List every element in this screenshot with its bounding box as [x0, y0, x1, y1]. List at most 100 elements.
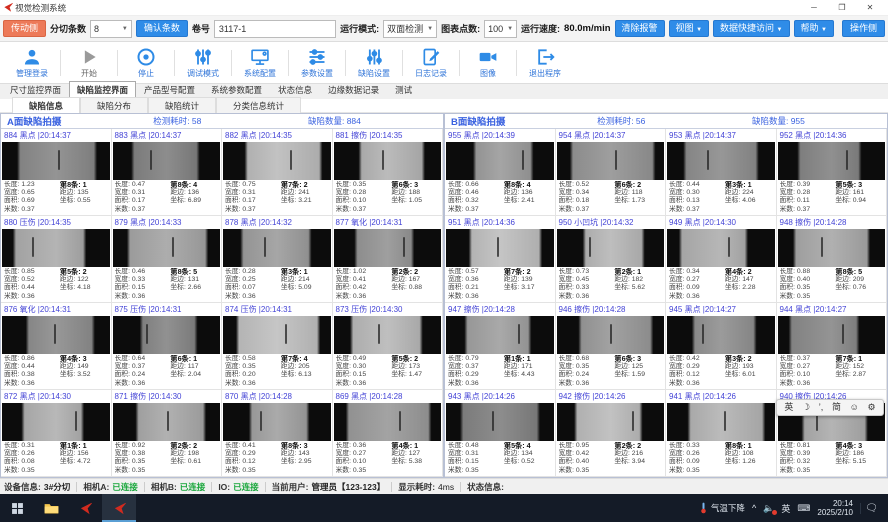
keyboard-icon[interactable]: ⌨ — [797, 503, 810, 514]
defect-cell[interactable]: 876 氧化 |20:14:31长度: 0.86宽度: 0.44面积: 0.38… — [1, 303, 112, 390]
action-center-icon[interactable]: 🗨 — [860, 503, 882, 514]
action-button-exit[interactable]: 退出程序 — [519, 47, 571, 79]
action-button-stop[interactable]: 停止 — [120, 47, 172, 79]
defect-cell[interactable]: 873 压伤 |20:14:30长度: 0.49宽度: 0.30面积: 0.15… — [333, 303, 444, 390]
defect-cell[interactable]: 870 黑点 |20:14:28长度: 0.41宽度: 0.29面积: 0.12… — [222, 390, 333, 477]
defect-cell[interactable]: 941 黑点 |20:14:26长度: 0.33宽度: 0.26面积: 0.09… — [666, 390, 777, 477]
clear-alarm-button[interactable]: 清除报警 — [615, 20, 665, 37]
defect-info-line: 坐标: 3.21 — [281, 197, 329, 205]
clock-date: 2025/2/10 — [817, 508, 853, 517]
inspection-app-icon[interactable]: ⮜ — [68, 494, 102, 522]
defect-cell[interactable]: 883 黑点 |20:14:37长度: 0.47宽度: 0.31面积: 0.17… — [112, 129, 223, 216]
tab-测试[interactable]: 测试 — [387, 81, 420, 99]
help-menu-button[interactable]: 帮助 ▼ — [794, 20, 834, 37]
panel-detect-time: 检测耗时: 58 — [153, 115, 308, 127]
action-label: 日志记录 — [415, 68, 447, 79]
defect-cell[interactable]: 869 黑点 |20:14:28长度: 0.36宽度: 0.27面积: 0.10… — [333, 390, 444, 477]
defect-info-line: 面积: 0.07 — [225, 284, 281, 292]
defect-cell[interactable]: 884 黑点 |20:14:37长度: 1.23宽度: 0.65面积: 0.69… — [1, 129, 112, 216]
file-explorer-icon[interactable] — [34, 494, 68, 522]
volume-icon[interactable]: 🔈 — [763, 503, 774, 514]
defect-info-left: 长度: 0.47宽度: 0.31面积: 0.17米数: 0.37 — [115, 181, 171, 216]
weather-widget[interactable]: 气温下降 — [699, 502, 745, 514]
defect-cell[interactable]: 944 黑点 |20:14:27长度: 0.37宽度: 0.27面积: 0.10… — [777, 303, 888, 390]
defect-info-line: 面积: 0.15 — [115, 284, 171, 292]
action-button-log[interactable]: 日志记录 — [405, 47, 457, 79]
view-menu-button[interactable]: 视图 ▼ — [669, 20, 709, 37]
operator-side-button[interactable]: 操作侧 — [842, 20, 885, 37]
toolbar-actions: 管理登录开始停止 调试模式系统配置 参数设置缺陷设置 日志记录 图像退出程序 — [0, 42, 888, 84]
defect-cell[interactable]: 942 擦伤 |20:14:26长度: 0.95宽度: 0.42面积: 0.40… — [556, 390, 667, 477]
action-button-camera[interactable]: 图像 — [462, 47, 514, 79]
defect-cell[interactable]: 950 小凹坑 |20:14:32长度: 0.73宽度: 0.45面积: 0.3… — [556, 216, 667, 303]
action-button-sliders-vertical[interactable]: 缺陷设置 — [348, 47, 400, 79]
tray-expand-chevron-icon[interactable]: ^ — [752, 503, 756, 513]
thermometer-icon — [699, 502, 708, 514]
minimize-button[interactable]: ─ — [800, 0, 828, 15]
action-label: 缺陷设置 — [358, 68, 390, 79]
action-button-sliders-horizontal[interactable]: 参数设置 — [291, 47, 343, 79]
defect-info-line: 面积: 0.08 — [4, 458, 60, 466]
confirm-count-button[interactable]: 确认条数 — [136, 20, 188, 37]
gear-icon[interactable]: ⚙ — [868, 403, 876, 412]
taskbar-clock[interactable]: 20:14 2025/2/10 — [817, 499, 853, 517]
defect-cell[interactable]: 881 擦伤 |20:14:35长度: 0.35宽度: 0.28面积: 0.10… — [333, 129, 444, 216]
defect-panel-a: A面缺陷拍摄检测耗时: 58缺陷数量: 884884 黑点 |20:14:37长… — [0, 113, 444, 478]
roll-number-input[interactable]: 3117-1 — [214, 20, 336, 38]
defect-info-right: 第5条: 2距边: 122坐标: 4.18 — [60, 268, 108, 303]
defect-cell[interactable]: 879 黑点 |20:14:33长度: 0.46宽度: 0.33面积: 0.15… — [112, 216, 223, 303]
defect-cell[interactable]: 943 黑点 |20:14:26长度: 0.48宽度: 0.31面积: 0.15… — [445, 390, 556, 477]
status-label: 相机A: — [83, 481, 109, 493]
defect-cell[interactable]: 953 黑点 |20:14:37长度: 0.44宽度: 0.30面积: 0.13… — [666, 129, 777, 216]
action-button-play[interactable]: 开始 — [63, 47, 115, 79]
tab-边缘数据记录[interactable]: 边缘数据记录 — [320, 81, 387, 99]
defect-cell[interactable]: 948 擦伤 |20:14:28长度: 0.88宽度: 0.40面积: 0.35… — [777, 216, 888, 303]
subtab-缺陷信息[interactable]: 缺陷信息 — [12, 97, 80, 114]
defect-cell[interactable]: 951 黑点 |20:14:36长度: 0.57宽度: 0.36面积: 0.21… — [445, 216, 556, 303]
defect-info: 长度: 0.39宽度: 0.28面积: 0.11米数: 0.37第5条: 3距边… — [777, 180, 887, 216]
defect-cell[interactable]: 872 黑点 |20:14:30长度: 0.31宽度: 0.26面积: 0.08… — [1, 390, 112, 477]
run-mode-select[interactable]: 双面检测▼ — [383, 20, 437, 38]
drive-side-button[interactable]: 传动侧 — [3, 20, 46, 37]
defect-cell[interactable]: 874 压伤 |20:14:31长度: 0.58宽度: 0.35面积: 0.20… — [222, 303, 333, 390]
defect-info-line: 米数: 0.36 — [225, 380, 281, 388]
defect-cell[interactable]: 875 压伤 |20:14:31长度: 0.64宽度: 0.37面积: 0.24… — [112, 303, 223, 390]
slit-count-select[interactable]: 8▼ — [90, 20, 132, 38]
defect-cell[interactable]: 877 氧化 |20:14:31长度: 1.02宽度: 0.41面积: 0.42… — [333, 216, 444, 303]
ime-simplified-toggle[interactable]: 简 — [832, 403, 841, 412]
action-label: 系统配置 — [244, 68, 276, 79]
taskbar-language-indicator[interactable]: 英 — [781, 502, 790, 515]
data-quick-access-menu-button[interactable]: 数据快捷访问 ▼ — [713, 20, 789, 37]
defect-info-left: 长度: 0.57宽度: 0.36面积: 0.21米数: 0.36 — [448, 268, 504, 303]
defect-cell[interactable]: 945 黑点 |20:14:27长度: 0.42宽度: 0.29面积: 0.12… — [666, 303, 777, 390]
defect-cell[interactable]: 952 黑点 |20:14:36长度: 0.39宽度: 0.28面积: 0.11… — [777, 129, 888, 216]
action-button-user[interactable]: 管理登录 — [6, 47, 58, 79]
ime-punctuation-toggle[interactable]: ’, — [819, 403, 824, 412]
defect-cell[interactable]: 946 擦伤 |20:14:28长度: 0.68宽度: 0.35面积: 0.24… — [556, 303, 667, 390]
defect-cell[interactable]: 955 黑点 |20:14:39长度: 0.66宽度: 0.46面积: 0.32… — [445, 129, 556, 216]
maximize-button[interactable]: ❐ — [828, 0, 856, 15]
close-button[interactable]: ✕ — [856, 0, 884, 15]
defect-cell[interactable]: 878 黑点 |20:14:32长度: 0.28宽度: 0.25面积: 0.07… — [222, 216, 333, 303]
defect-cell-header: 941 黑点 |20:14:26 — [666, 390, 776, 403]
action-button-monitor[interactable]: 系统配置 — [234, 47, 286, 79]
defect-cell[interactable]: 947 擦伤 |20:14:28长度: 0.79宽度: 0.37面积: 0.29… — [445, 303, 556, 390]
chart-points-select[interactable]: 100▼ — [484, 20, 517, 38]
defect-cell[interactable]: 880 压伤 |20:14:35长度: 0.85宽度: 0.52面积: 0.44… — [1, 216, 112, 303]
start-button[interactable] — [0, 494, 34, 522]
defect-info-line: 坐标: 1.05 — [391, 197, 439, 205]
inspection-app-icon-active[interactable]: ⮜ — [102, 494, 136, 522]
moon-icon[interactable]: ☽ — [802, 403, 810, 412]
defect-cell[interactable]: 954 黑点 |20:14:37长度: 0.52宽度: 0.34面积: 0.18… — [556, 129, 667, 216]
action-button-tune[interactable]: 调试模式 — [177, 47, 229, 79]
defect-cell[interactable]: 871 擦伤 |20:14:30长度: 0.92宽度: 0.38面积: 0.35… — [112, 390, 223, 477]
subtab-缺陷统计[interactable]: 缺陷统计 — [148, 97, 216, 114]
action-label: 停止 — [138, 68, 154, 79]
defect-cell[interactable]: 949 黑点 |20:14:30长度: 0.34宽度: 0.27面积: 0.09… — [666, 216, 777, 303]
emoji-icon[interactable]: ☺ — [850, 403, 859, 412]
defect-cell[interactable]: 882 黑点 |20:14:35长度: 0.75宽度: 0.31面积: 0.17… — [222, 129, 333, 216]
defect-info-line: 面积: 0.12 — [225, 458, 281, 466]
subtab-分类信息统计[interactable]: 分类信息统计 — [216, 97, 301, 114]
subtab-缺陷分布[interactable]: 缺陷分布 — [80, 97, 148, 114]
ime-language-toggle[interactable]: 英 — [784, 403, 793, 412]
